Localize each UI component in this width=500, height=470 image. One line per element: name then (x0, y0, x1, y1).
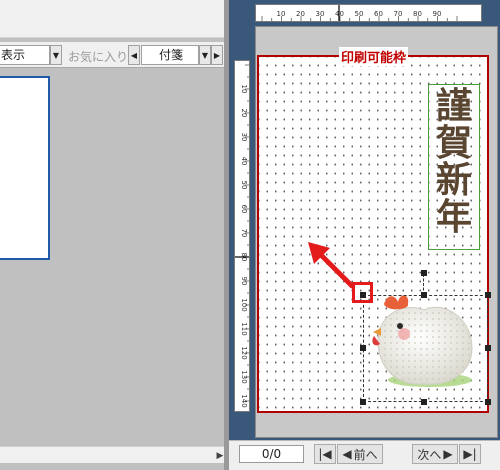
ruler-label: 100 (240, 298, 248, 311)
next-icon: ▶ (443, 447, 453, 461)
vertical-ruler: 102030405060708090100110120130140 (234, 60, 250, 412)
previous-page-button[interactable]: ◀ 前へ (337, 444, 383, 464)
first-page-icon: |◀ (318, 447, 332, 461)
greeting-char-4: 年 (435, 196, 472, 238)
ruler-label: 40 (240, 157, 248, 166)
category-combo-value: 付箋 (158, 48, 183, 62)
ruler-label: 60 (374, 10, 383, 18)
previous-icon: ◀ (342, 447, 352, 461)
ruler-label: 90 (240, 277, 248, 286)
resize-handle-bottom[interactable] (421, 399, 427, 405)
favorites-prev-button[interactable]: ◀ (128, 45, 140, 65)
greeting-char-2: 賀 (435, 122, 472, 164)
ruler-label: 30 (240, 133, 248, 142)
resize-handle-top[interactable] (421, 292, 427, 298)
ruler-label: 50 (240, 181, 248, 190)
last-page-icon: ▶| (463, 447, 477, 461)
chevron-down-icon: ▼ (201, 50, 209, 60)
chevron-left-icon: ◀ (130, 50, 138, 60)
left-horizontal-scrollbar[interactable]: ▶ (0, 446, 229, 463)
favorites-next-button[interactable]: ▶ (211, 45, 223, 65)
ruler-label: 70 (240, 229, 248, 238)
previous-label: 前へ (353, 447, 378, 462)
category-combo-dropdown[interactable]: ▼ (199, 45, 211, 65)
resize-handle-top-right[interactable] (485, 292, 491, 298)
greeting-char-1: 謹 (435, 85, 472, 127)
ruler-label: 20 (240, 109, 248, 118)
ruler-label: 110 (240, 322, 248, 335)
ruler-label: 70 (394, 10, 403, 18)
ruler-label: 20 (296, 10, 305, 18)
ruler-label: 80 (413, 10, 422, 18)
document-thumbnail[interactable] (0, 76, 50, 260)
ruler-label: 30 (316, 10, 325, 18)
ruler-label: 50 (355, 10, 364, 18)
printable-area-label: 印刷可能枠 (339, 47, 409, 66)
ruler-label: 10 (240, 85, 248, 94)
next-page-button[interactable]: 次へ ▶ (412, 444, 458, 464)
page-counter: 0/0 (239, 445, 304, 463)
red-arrow-up-left-icon (308, 242, 355, 289)
resize-handle-bottom-right[interactable] (485, 399, 491, 405)
left-top-strip (0, 0, 224, 38)
left-toolbar: 表示 ▼ お気に入り ◀ 付箋 ▼ ▶ (0, 42, 224, 68)
ruler-label: 60 (240, 205, 248, 214)
resize-handle-right[interactable] (485, 345, 491, 351)
ruler-label: 10 (277, 10, 286, 18)
greeting-char-3: 新 (435, 159, 472, 201)
category-combo[interactable]: 付箋 (141, 45, 199, 65)
first-page-button[interactable]: |◀ (314, 444, 336, 464)
resize-handle-left[interactable] (360, 345, 366, 351)
last-page-button[interactable]: ▶| (459, 444, 481, 464)
ruler-label: 140 (240, 394, 248, 407)
rotate-handle[interactable] (421, 270, 427, 276)
view-combo[interactable]: 表示 (0, 45, 50, 65)
chevron-right-icon: ▶ (213, 50, 221, 60)
ruler-label: 120 (240, 346, 248, 359)
ruler-label: 90 (433, 10, 442, 18)
greeting-text[interactable]: 謹 賀 新 年 (430, 88, 478, 236)
chevron-down-icon: ▼ (52, 50, 60, 60)
ruler-label: 130 (240, 370, 248, 383)
selection-box[interactable] (363, 295, 488, 402)
resize-handle-bottom-left[interactable] (360, 399, 366, 405)
favorites-label: お気に入り (68, 50, 129, 64)
next-label: 次へ (417, 447, 442, 462)
view-combo-dropdown[interactable]: ▼ (50, 45, 62, 65)
horizontal-ruler: 102030405060708090 (255, 4, 482, 22)
view-combo-value: 表示 (1, 48, 26, 62)
left-pane: 表示 ▼ お気に入り ◀ 付箋 ▼ ▶ ▶ (0, 0, 229, 470)
